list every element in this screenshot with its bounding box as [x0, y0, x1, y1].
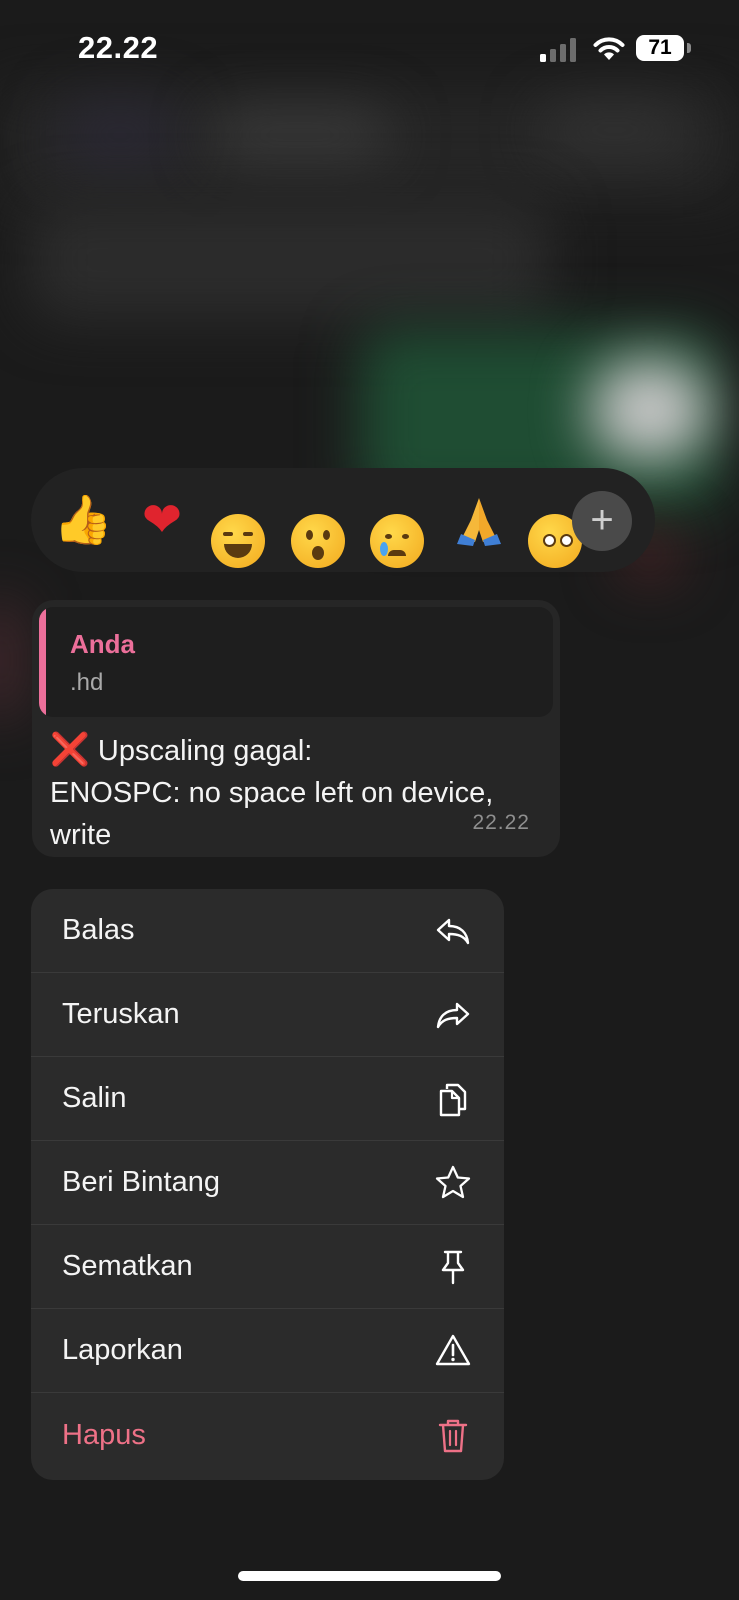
reply-icon	[436, 918, 470, 944]
menu-item-star[interactable]: Beri Bintang	[31, 1141, 504, 1225]
star-icon	[435, 1165, 471, 1198]
quoted-message[interactable]: Anda .hd	[39, 607, 553, 717]
menu-item-pin[interactable]: Sematkan	[31, 1225, 504, 1309]
message-line-2: ENOSPC: no space left on device, write	[50, 777, 494, 851]
quote-text: .hd	[70, 669, 104, 696]
blurred-contact-name	[210, 110, 390, 160]
reaction-surprised[interactable]	[291, 490, 351, 568]
menu-item-label: Teruskan	[62, 998, 180, 1030]
warning-icon	[435, 1334, 471, 1365]
trash-icon	[438, 1419, 468, 1453]
message-timestamp: 22.22	[472, 811, 530, 834]
reaction-picker: 👍 ❤ +	[31, 468, 655, 572]
blurred-image	[590, 360, 710, 460]
copy-icon	[439, 1083, 467, 1116]
message-text: ❌ Upscaling gagal: ENOSPC: no space left…	[50, 728, 550, 856]
message-bubble: Anda .hd ❌ Upscaling gagal: ENOSPC: no s…	[32, 600, 560, 857]
reaction-heart[interactable]: ❤	[132, 490, 192, 550]
reaction-crying[interactable]	[370, 490, 430, 568]
reaction-laughing[interactable]	[211, 490, 271, 568]
screen: 22.22 71 👍 ❤ + Anda .hd ❌ Upscaling gaga…	[0, 0, 739, 1600]
menu-item-report[interactable]: Laporkan	[31, 1309, 504, 1393]
quote-author: Anda	[70, 629, 135, 659]
cellular-signal-icon	[540, 38, 576, 62]
blurred-message	[30, 200, 550, 320]
quote-accent-bar	[39, 607, 46, 717]
menu-item-label: Sematkan	[62, 1250, 193, 1282]
menu-item-label: Salin	[62, 1082, 127, 1114]
reaction-folded-hands[interactable]	[449, 490, 509, 550]
battery-icon: 71	[636, 35, 684, 61]
menu-item-label: Balas	[62, 914, 135, 946]
battery-nub	[687, 43, 691, 53]
status-time: 22.22	[78, 30, 159, 65]
more-reactions-button[interactable]: +	[572, 491, 632, 551]
home-indicator[interactable]	[238, 1571, 501, 1581]
blurred-edge	[0, 600, 20, 720]
menu-item-label: Beri Bintang	[62, 1166, 220, 1198]
menu-item-label: Hapus	[62, 1418, 146, 1451]
surprised-face-icon	[291, 514, 345, 568]
menu-item-copy[interactable]: Salin	[31, 1057, 504, 1141]
menu-item-forward[interactable]: Teruskan	[31, 973, 504, 1057]
battery-level: 71	[648, 36, 672, 59]
wifi-icon	[593, 37, 625, 60]
pin-icon	[441, 1250, 465, 1284]
reaction-thumbs-up[interactable]: 👍	[53, 490, 113, 550]
blurred-header-actions	[540, 105, 690, 155]
blurred-avatar	[60, 100, 180, 170]
forward-icon	[436, 1002, 470, 1028]
folded-hands-icon	[457, 498, 501, 546]
laughing-face-icon	[211, 514, 265, 568]
crying-face-icon	[370, 514, 424, 568]
status-bar: 22.22 71	[0, 0, 739, 90]
message-line-1: Upscaling gagal:	[89, 735, 313, 767]
cross-mark-icon: ❌	[50, 731, 90, 767]
message-context-menu: Balas Teruskan Salin Beri Bintang Sematk…	[31, 889, 504, 1480]
menu-item-label: Laporkan	[62, 1334, 183, 1366]
menu-item-reply[interactable]: Balas	[31, 889, 504, 973]
menu-item-delete[interactable]: Hapus	[31, 1393, 504, 1477]
